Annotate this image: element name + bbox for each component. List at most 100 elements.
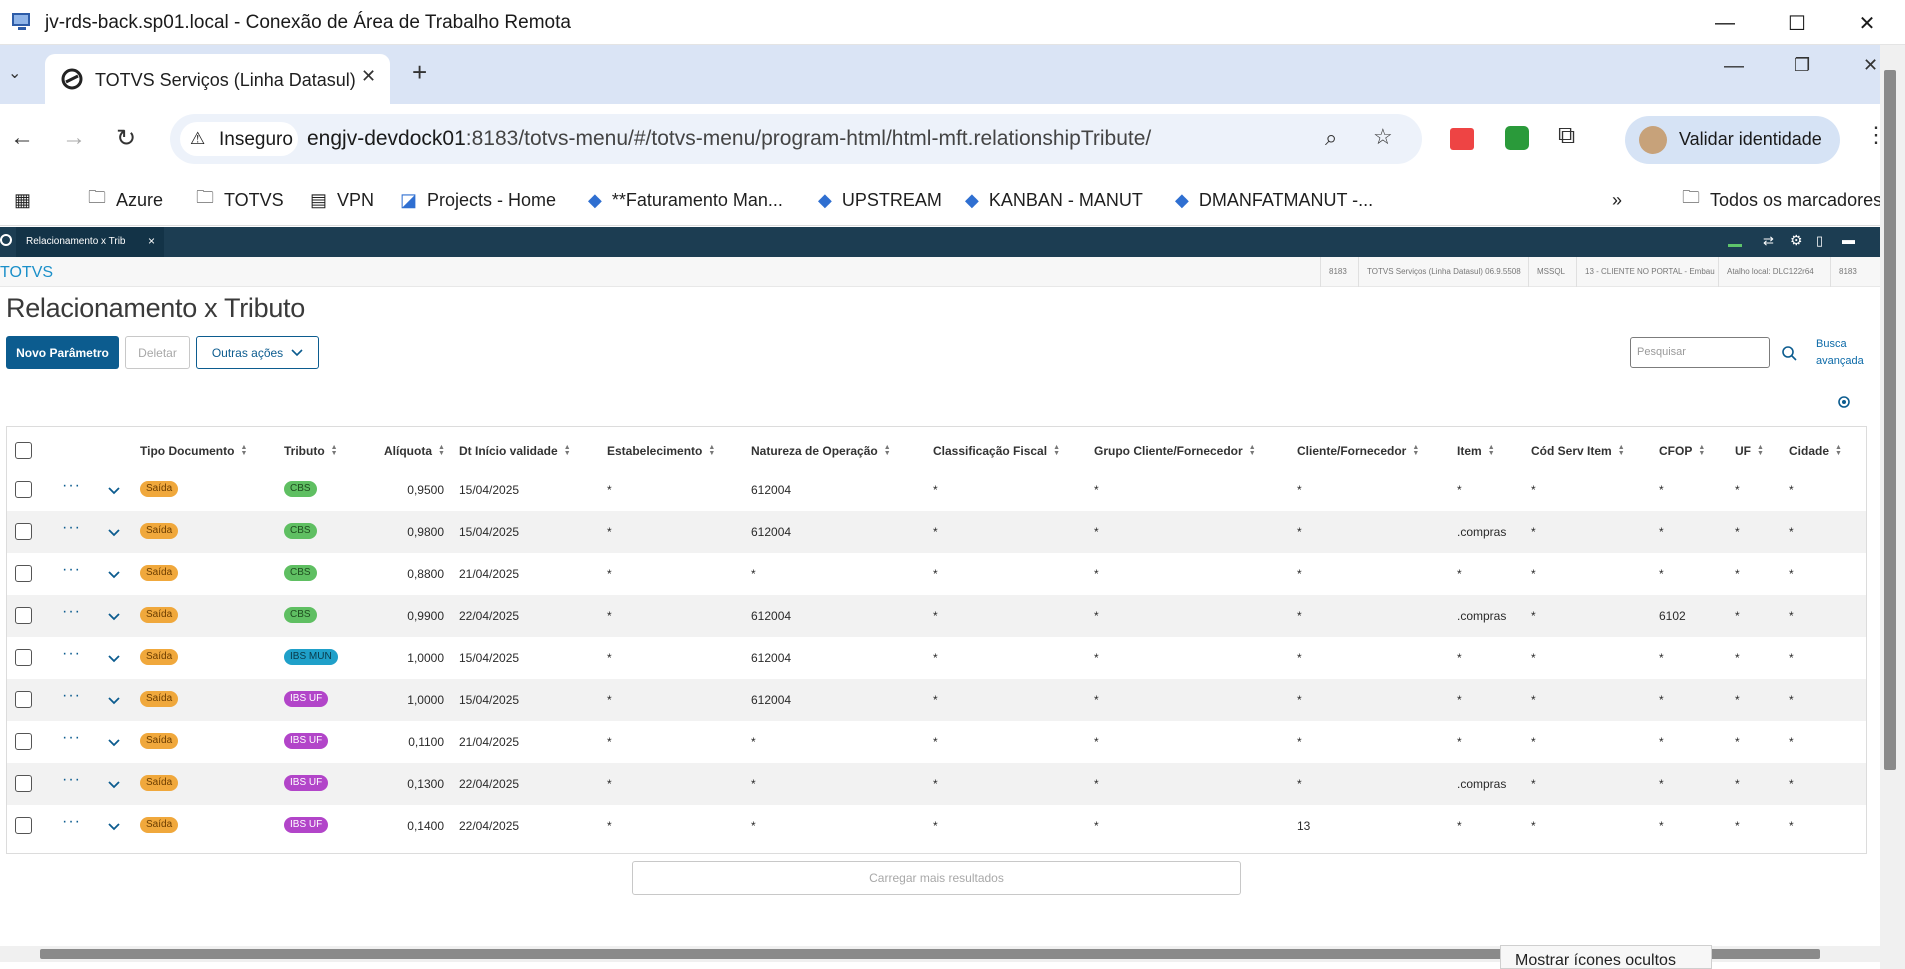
col-estabelecimento-header[interactable]: Estabelecimento ▲ ▼ [607, 444, 715, 458]
sort-icon[interactable]: ▲ ▼ [1835, 444, 1842, 457]
bookmark-projects-home[interactable]: ◪ Projects - Home [400, 185, 556, 215]
table-row[interactable]: ··· Saída CBS 0,9500 15/04/2025 * 612004 * * * * * *… [7, 469, 1866, 511]
gear-icon[interactable]: ⚙ [1790, 232, 1803, 249]
browser-minimize-button[interactable]: — [1724, 55, 1744, 78]
address-bar[interactable]: ⚠ Inseguro engjv-devdock01:8183/totvs-me… [170, 114, 1422, 164]
row-checkbox[interactable] [15, 817, 32, 834]
tab-close-icon[interactable]: ✕ [361, 66, 376, 87]
money-extension-icon[interactable] [1505, 126, 1529, 150]
busca-avancada-link[interactable]: Busca avançada [1816, 336, 1876, 370]
reload-icon[interactable]: ↻ [116, 124, 136, 153]
expand-chevron-icon[interactable] [105, 775, 123, 793]
bookmark-totvs[interactable]: 🗀 TOTVS [196, 185, 284, 215]
browser-restore-button[interactable]: ❐ [1794, 55, 1810, 76]
sort-icon[interactable]: ▲ ▼ [1249, 444, 1256, 457]
bookmark-faturamento[interactable]: ◆ **Faturamento Man... [588, 185, 783, 215]
shuffle-icon[interactable]: ⇄ [1763, 233, 1774, 249]
forward-icon[interactable]: → [62, 124, 86, 152]
sort-icon[interactable]: ▲ ▼ [1488, 444, 1495, 457]
col-tipo-documento-header[interactable]: Tipo Documento ▲ ▼ [140, 444, 247, 458]
col-cod-serv-header[interactable]: Cód Serv Item ▲ ▼ [1531, 444, 1625, 458]
sort-icon[interactable]: ▲ ▼ [884, 444, 891, 457]
all-bookmarks[interactable]: 🗀 Todos os marcadores [1682, 185, 1882, 215]
row-actions-icon[interactable]: ··· [62, 813, 81, 831]
sort-icon[interactable]: ▲ ▼ [438, 444, 445, 457]
sort-icon[interactable]: ▲ ▼ [1412, 444, 1419, 457]
expand-chevron-icon[interactable] [105, 649, 123, 667]
col-cfop-header[interactable]: CFOP ▲ ▼ [1659, 444, 1705, 458]
expand-chevron-icon[interactable] [105, 607, 123, 625]
browser-close-button[interactable]: ✕ [1863, 55, 1878, 76]
col-natureza-header[interactable]: Natureza de Operação ▲ ▼ [751, 444, 891, 458]
chat-icon[interactable]: ▬ [1842, 232, 1855, 247]
new-tab-button[interactable]: + [412, 57, 427, 88]
row-checkbox[interactable] [15, 649, 32, 666]
expand-chevron-icon[interactable] [105, 691, 123, 709]
deletar-button[interactable]: Deletar [125, 336, 190, 369]
table-row[interactable]: ··· Saída IBS MUN 1,0000 15/04/2025 * 612004 * *… [7, 637, 1866, 679]
row-checkbox[interactable] [15, 775, 32, 792]
apps-grid-icon[interactable]: ▦ [14, 185, 31, 215]
row-checkbox[interactable] [15, 607, 32, 624]
expand-chevron-icon[interactable] [105, 565, 123, 583]
bookmark-kanban[interactable]: ◆ KANBAN - MANUT [965, 185, 1143, 215]
row-checkbox[interactable] [15, 565, 32, 582]
sort-icon[interactable]: ▲ ▼ [1698, 444, 1705, 457]
row-actions-icon[interactable]: ··· [62, 687, 81, 705]
row-checkbox[interactable] [15, 733, 32, 750]
col-cliente-header[interactable]: Cliente/Fornecedor ▲ ▼ [1297, 444, 1419, 458]
col-aliquota-header[interactable]: Alíquota ▲ ▼ [384, 444, 445, 458]
row-actions-icon[interactable]: ··· [62, 561, 81, 579]
select-all-checkbox[interactable] [15, 442, 32, 459]
table-row[interactable]: ··· Saída IBS UF 0,1400 22/04/2025 * * * * 13 * * * *… [7, 805, 1866, 847]
app-tab-close[interactable]: × [148, 234, 155, 248]
bookmark-upstream[interactable]: ◆ UPSTREAM [818, 185, 942, 215]
col-tributo-header[interactable]: Tributo ▲ ▼ [284, 444, 338, 458]
insecure-chip[interactable]: ⚠ Inseguro [180, 122, 298, 156]
col-dt-inicio-header[interactable]: Dt Início validade ▲ ▼ [459, 444, 571, 458]
browser-tab-active[interactable]: TOTVS Serviços (Linha Datasul) ✕ [45, 54, 390, 104]
bookmark-vpn[interactable]: ▤ VPN [310, 185, 374, 215]
app-tab-relacionamento[interactable]: Relacionamento x Trib × [16, 227, 164, 257]
vertical-scroll-thumb[interactable] [1884, 70, 1896, 770]
sort-icon[interactable]: ▲ ▼ [1757, 444, 1764, 457]
row-actions-icon[interactable]: ··· [62, 729, 81, 747]
profile-button[interactable]: Validar identidade [1625, 116, 1840, 164]
close-button[interactable]: ✕ [1844, 8, 1890, 38]
bookmark-azure[interactable]: 🗀 Azure [88, 185, 163, 215]
row-actions-icon[interactable]: ··· [62, 771, 81, 789]
puzzle-extensions-icon[interactable]: ⧉ [1558, 122, 1575, 150]
table-row[interactable]: ··· Saída IBS UF 0,1300 22/04/2025 * * * * * .comp… [7, 763, 1866, 805]
col-uf-header[interactable]: UF ▲ ▼ [1735, 444, 1764, 458]
row-checkbox[interactable] [15, 691, 32, 708]
maximize-button[interactable]: ☐ [1774, 8, 1820, 38]
row-actions-icon[interactable]: ··· [62, 519, 81, 537]
col-classificacao-header[interactable]: Classificação Fiscal ▲ ▼ [933, 444, 1060, 458]
bookmark-dmanfatmanut[interactable]: ◆ DMANFATMANUT -... [1175, 185, 1373, 215]
expand-chevron-icon[interactable] [105, 817, 123, 835]
row-actions-icon[interactable]: ··· [62, 603, 81, 621]
sort-icon[interactable]: ▲ ▼ [1618, 444, 1625, 457]
table-row[interactable]: ··· Saída IBS UF 1,0000 15/04/2025 * 612004 * * *… [7, 679, 1866, 721]
search-input[interactable]: Pesquisar [1630, 337, 1797, 368]
back-icon[interactable]: ← [10, 124, 34, 152]
row-actions-icon[interactable]: ··· [62, 645, 81, 663]
sort-icon[interactable]: ▲ ▼ [331, 444, 338, 457]
search-icon[interactable] [1781, 345, 1797, 361]
zoom-icon[interactable]: ⌕ [1325, 125, 1337, 151]
document-icon[interactable]: ▯ [1816, 233, 1823, 249]
table-row[interactable]: ··· Saída IBS UF 0,1100 21/04/2025 * * * * * * * * * * [7, 721, 1866, 763]
minimize-button[interactable]: — [1702, 8, 1748, 38]
bookmark-star-icon[interactable]: ☆ [1373, 124, 1393, 150]
row-actions-icon[interactable]: ··· [62, 477, 81, 495]
more-bookmarks-icon[interactable]: » [1612, 185, 1622, 215]
sort-icon[interactable]: ▲ ▼ [240, 444, 247, 457]
sort-icon[interactable]: ▲ ▼ [564, 444, 571, 457]
sort-icon[interactable]: ▲ ▼ [708, 444, 715, 457]
expand-chevron-icon[interactable] [105, 733, 123, 751]
table-row[interactable]: ··· Saída CBS 0,9900 22/04/2025 * 612004 * * * .co… [7, 595, 1866, 637]
row-checkbox[interactable] [15, 481, 32, 498]
col-grupo-header[interactable]: Grupo Cliente/Fornecedor ▲ ▼ [1094, 444, 1256, 458]
outras-acoes-button[interactable]: Outras ações [196, 336, 319, 369]
expand-chevron-icon[interactable] [105, 481, 123, 499]
